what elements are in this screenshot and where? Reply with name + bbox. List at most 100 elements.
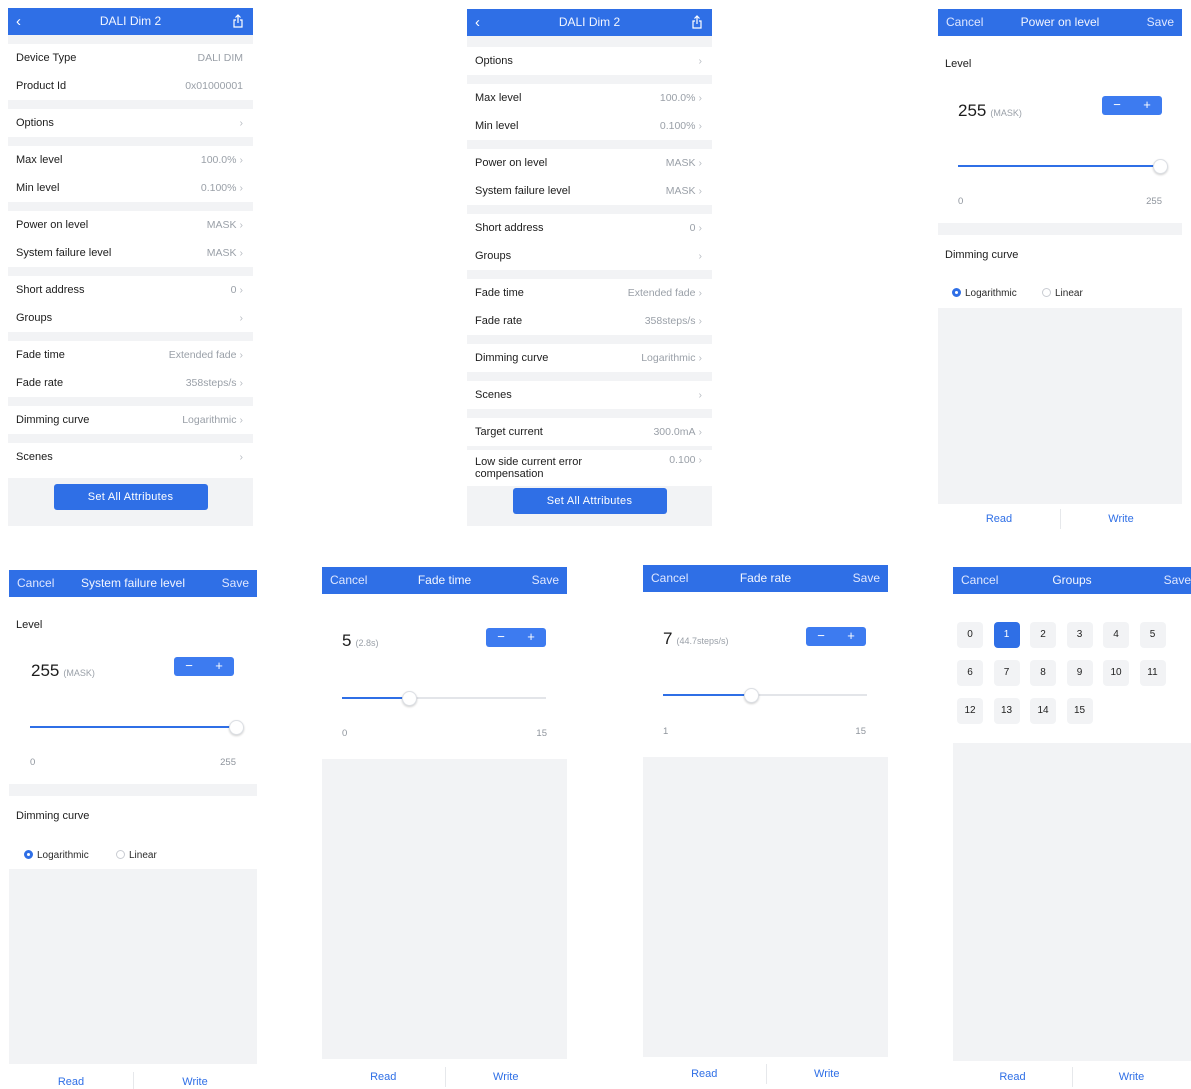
row-options[interactable]: Options ›	[467, 47, 712, 75]
group-button-5[interactable]: 5	[1139, 622, 1166, 648]
row-low-side-compensation[interactable]: Low side current error compensation 0.100…	[467, 450, 712, 486]
save-button[interactable]: Save	[853, 565, 880, 591]
row-value-text: 300.0mA	[653, 426, 696, 438]
row-value: 0.100% ›	[201, 174, 243, 202]
radio-linear[interactable]: Linear	[1042, 288, 1083, 299]
level-slider[interactable]	[30, 720, 244, 735]
group-button-15[interactable]: 15	[1066, 698, 1093, 724]
slider-knob[interactable]	[402, 691, 418, 706]
level-label: Level	[16, 619, 43, 631]
increment-button[interactable]: +	[1132, 96, 1162, 114]
radio-linear[interactable]: Linear	[116, 850, 157, 861]
chevron-right-icon: ›	[698, 315, 703, 327]
fade-rate-slider[interactable]	[663, 688, 867, 703]
row-value: 0x01000001	[185, 80, 243, 92]
row-options[interactable]: Options ›	[8, 109, 253, 137]
decrement-button[interactable]: −	[1102, 96, 1132, 114]
write-button[interactable]: Write	[445, 1063, 568, 1089]
row-system-failure-level[interactable]: System failure level MASK ›	[8, 239, 253, 267]
row-system-failure-level[interactable]: System failure level MASK ›	[467, 177, 712, 205]
row-max-level[interactable]: Max level 100.0% ›	[467, 84, 712, 112]
row-dimming-curve[interactable]: Dimming curve Logarithmic ›	[467, 344, 712, 372]
row-groups[interactable]: Groups ›	[8, 304, 253, 332]
radio-logarithmic[interactable]: Logarithmic	[952, 288, 1017, 299]
read-button[interactable]: Read	[953, 1063, 1072, 1089]
group-button-4[interactable]: 4	[1103, 622, 1129, 648]
row-fade-time[interactable]: Fade time Extended fade ›	[8, 341, 253, 369]
group-button-12[interactable]: 12	[957, 698, 983, 724]
row-value: 0.100% ›	[660, 112, 702, 140]
decrement-button[interactable]: −	[806, 627, 836, 645]
row-fade-rate[interactable]: Fade rate 358steps/s ›	[8, 369, 253, 397]
slider-knob[interactable]	[1153, 159, 1168, 174]
row-fade-time[interactable]: Fade time Extended fade ›	[467, 279, 712, 307]
spacer	[8, 332, 253, 341]
fade-rate-stepper[interactable]: − +	[806, 627, 866, 646]
radio-logarithmic[interactable]: Logarithmic	[24, 850, 89, 861]
row-value-text: Extended fade	[627, 287, 696, 299]
row-min-level[interactable]: Min level 0.100% ›	[8, 174, 253, 202]
slider-fill	[663, 694, 751, 696]
group-button-11[interactable]: 11	[1139, 660, 1166, 686]
set-all-attributes-button[interactable]: Set All Attributes	[512, 488, 667, 514]
save-button[interactable]: Save	[1147, 9, 1174, 35]
row-fade-rate[interactable]: Fade rate 358steps/s ›	[467, 307, 712, 335]
row-scenes[interactable]: Scenes ›	[467, 381, 712, 409]
chevron-right-icon: ›	[698, 287, 703, 299]
save-button[interactable]: Save	[222, 570, 249, 596]
fade-time-slider[interactable]	[342, 691, 546, 706]
chevron-right-icon: ›	[239, 451, 244, 463]
row-short-address[interactable]: Short address 0 ›	[467, 214, 712, 242]
group-button-2[interactable]: 2	[1030, 622, 1056, 648]
fade-time-stepper[interactable]: − +	[486, 628, 546, 647]
write-button[interactable]: Write	[133, 1068, 257, 1089]
row-label: Short address	[475, 222, 544, 234]
empty-area	[643, 757, 888, 1057]
group-button-13[interactable]: 13	[993, 698, 1020, 724]
dimming-curve-label: Dimming curve	[945, 249, 1019, 261]
level-stepper[interactable]: − +	[1102, 96, 1162, 115]
group-button-3[interactable]: 3	[1066, 622, 1093, 648]
group-button-0[interactable]: 0	[957, 622, 983, 648]
group-button-7[interactable]: 7	[993, 660, 1020, 686]
share-icon[interactable]	[691, 15, 703, 29]
read-button[interactable]: Read	[643, 1060, 766, 1088]
group-button-10[interactable]: 10	[1103, 660, 1129, 686]
increment-button[interactable]: +	[204, 657, 234, 675]
write-button[interactable]: Write	[1060, 505, 1182, 533]
save-button[interactable]: Save	[1164, 567, 1191, 593]
read-button[interactable]: Read	[322, 1063, 445, 1089]
write-button[interactable]: Write	[1072, 1063, 1191, 1089]
row-max-level[interactable]: Max level 100.0% ›	[8, 146, 253, 174]
group-button-1[interactable]: 1	[993, 622, 1020, 648]
level-stepper[interactable]: − +	[174, 657, 234, 676]
radio-label: Linear	[1055, 288, 1083, 299]
set-all-attributes-button[interactable]: Set All Attributes	[53, 484, 208, 510]
read-button[interactable]: Read	[9, 1068, 133, 1089]
screen-fade-time: Cancel Fade time Save 5 (2.8s) − + 0 15 Re…	[322, 567, 567, 1089]
save-button[interactable]: Save	[532, 567, 559, 593]
read-button[interactable]: Read	[938, 505, 1060, 533]
share-icon[interactable]	[232, 14, 244, 28]
row-min-level[interactable]: Min level 0.100% ›	[467, 112, 712, 140]
slider-knob[interactable]	[743, 688, 759, 703]
row-power-on-level[interactable]: Power on level MASK ›	[467, 149, 712, 177]
decrement-button[interactable]: −	[486, 628, 516, 646]
group-button-8[interactable]: 8	[1030, 660, 1056, 686]
group-button-6[interactable]: 6	[957, 660, 983, 686]
row-groups[interactable]: Groups ›	[467, 242, 712, 270]
increment-button[interactable]: +	[836, 627, 866, 645]
row-scenes[interactable]: Scenes ›	[8, 443, 253, 471]
slider-knob[interactable]	[229, 720, 244, 735]
increment-button[interactable]: +	[516, 628, 546, 646]
row-target-current[interactable]: Target current 300.0mA ›	[467, 418, 712, 446]
row-short-address[interactable]: Short address 0 ›	[8, 276, 253, 304]
row-power-on-level[interactable]: Power on level MASK ›	[8, 211, 253, 239]
decrement-button[interactable]: −	[174, 657, 204, 675]
radio-label: Logarithmic	[965, 288, 1017, 299]
group-button-14[interactable]: 14	[1030, 698, 1056, 724]
row-dimming-curve[interactable]: Dimming curve Logarithmic ›	[8, 406, 253, 434]
group-button-9[interactable]: 9	[1066, 660, 1093, 686]
level-slider[interactable]	[958, 159, 1168, 174]
write-button[interactable]: Write	[766, 1060, 889, 1088]
